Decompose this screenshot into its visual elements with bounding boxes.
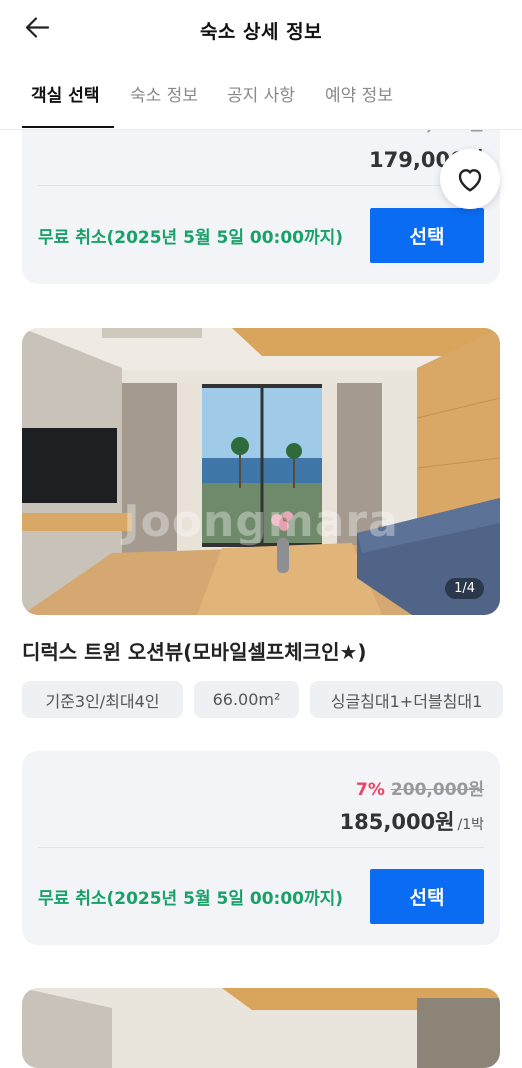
tab-room-select[interactable]: 객실 선택: [31, 81, 99, 106]
page-title: 숙소 상세 정보: [199, 21, 323, 43]
divider: [38, 847, 484, 848]
room-photo[interactable]: Joongmara 1/4: [22, 328, 500, 615]
active-tab-indicator: [22, 126, 114, 128]
divider: [38, 185, 484, 186]
room-name: 디럭스 트윈 오션뷰(모바일셀프체크인★): [22, 640, 367, 664]
original-price: 200,000원: [390, 780, 484, 800]
select-button[interactable]: 선택: [370, 869, 484, 924]
tab-notices[interactable]: 공지 사항: [227, 81, 295, 106]
room-price-card: 7% 200,000원 185,000원/1박 무료 취소(2025년 5월 5일…: [22, 751, 500, 945]
room-photo-illustration: [22, 328, 500, 615]
image-counter: 1/4: [445, 578, 484, 599]
chip-area: 66.00m²: [194, 681, 299, 718]
price-row: 185,000원/1박: [340, 806, 484, 836]
per-night-label: /1박: [457, 817, 484, 833]
room-price-card: 10%200,000원 179,000원 무료 취소(2025년 5월 5일 0…: [22, 110, 500, 284]
discount-row: 7% 200,000원: [356, 775, 484, 800]
free-cancel-text: 무료 취소(2025년 5월 5일 00:00까지): [38, 889, 344, 909]
app-header: 숙소 상세 정보: [0, 0, 522, 60]
tab-reservation-info[interactable]: 예약 정보: [325, 81, 393, 106]
room-photo[interactable]: [22, 988, 500, 1068]
room-photo-illustration: [22, 988, 500, 1068]
favorite-button[interactable]: [440, 149, 500, 209]
chip-beds: 싱글침대1+더블침대1: [310, 681, 503, 718]
chip-capacity: 기준3인/최대4인: [22, 681, 183, 718]
select-button[interactable]: 선택: [370, 208, 484, 263]
tab-property-info[interactable]: 숙소 정보: [130, 81, 198, 106]
discount-percent: 7%: [356, 780, 385, 800]
tab-bar: 객실 선택 숙소 정보 공지 사항 예약 정보: [0, 60, 522, 130]
heart-icon: [458, 169, 482, 192]
photo-watermark: Joongmara: [123, 496, 399, 547]
free-cancel-text: 무료 취소(2025년 5월 5일 00:00까지): [38, 228, 344, 248]
price: 185,000원: [339, 810, 455, 834]
